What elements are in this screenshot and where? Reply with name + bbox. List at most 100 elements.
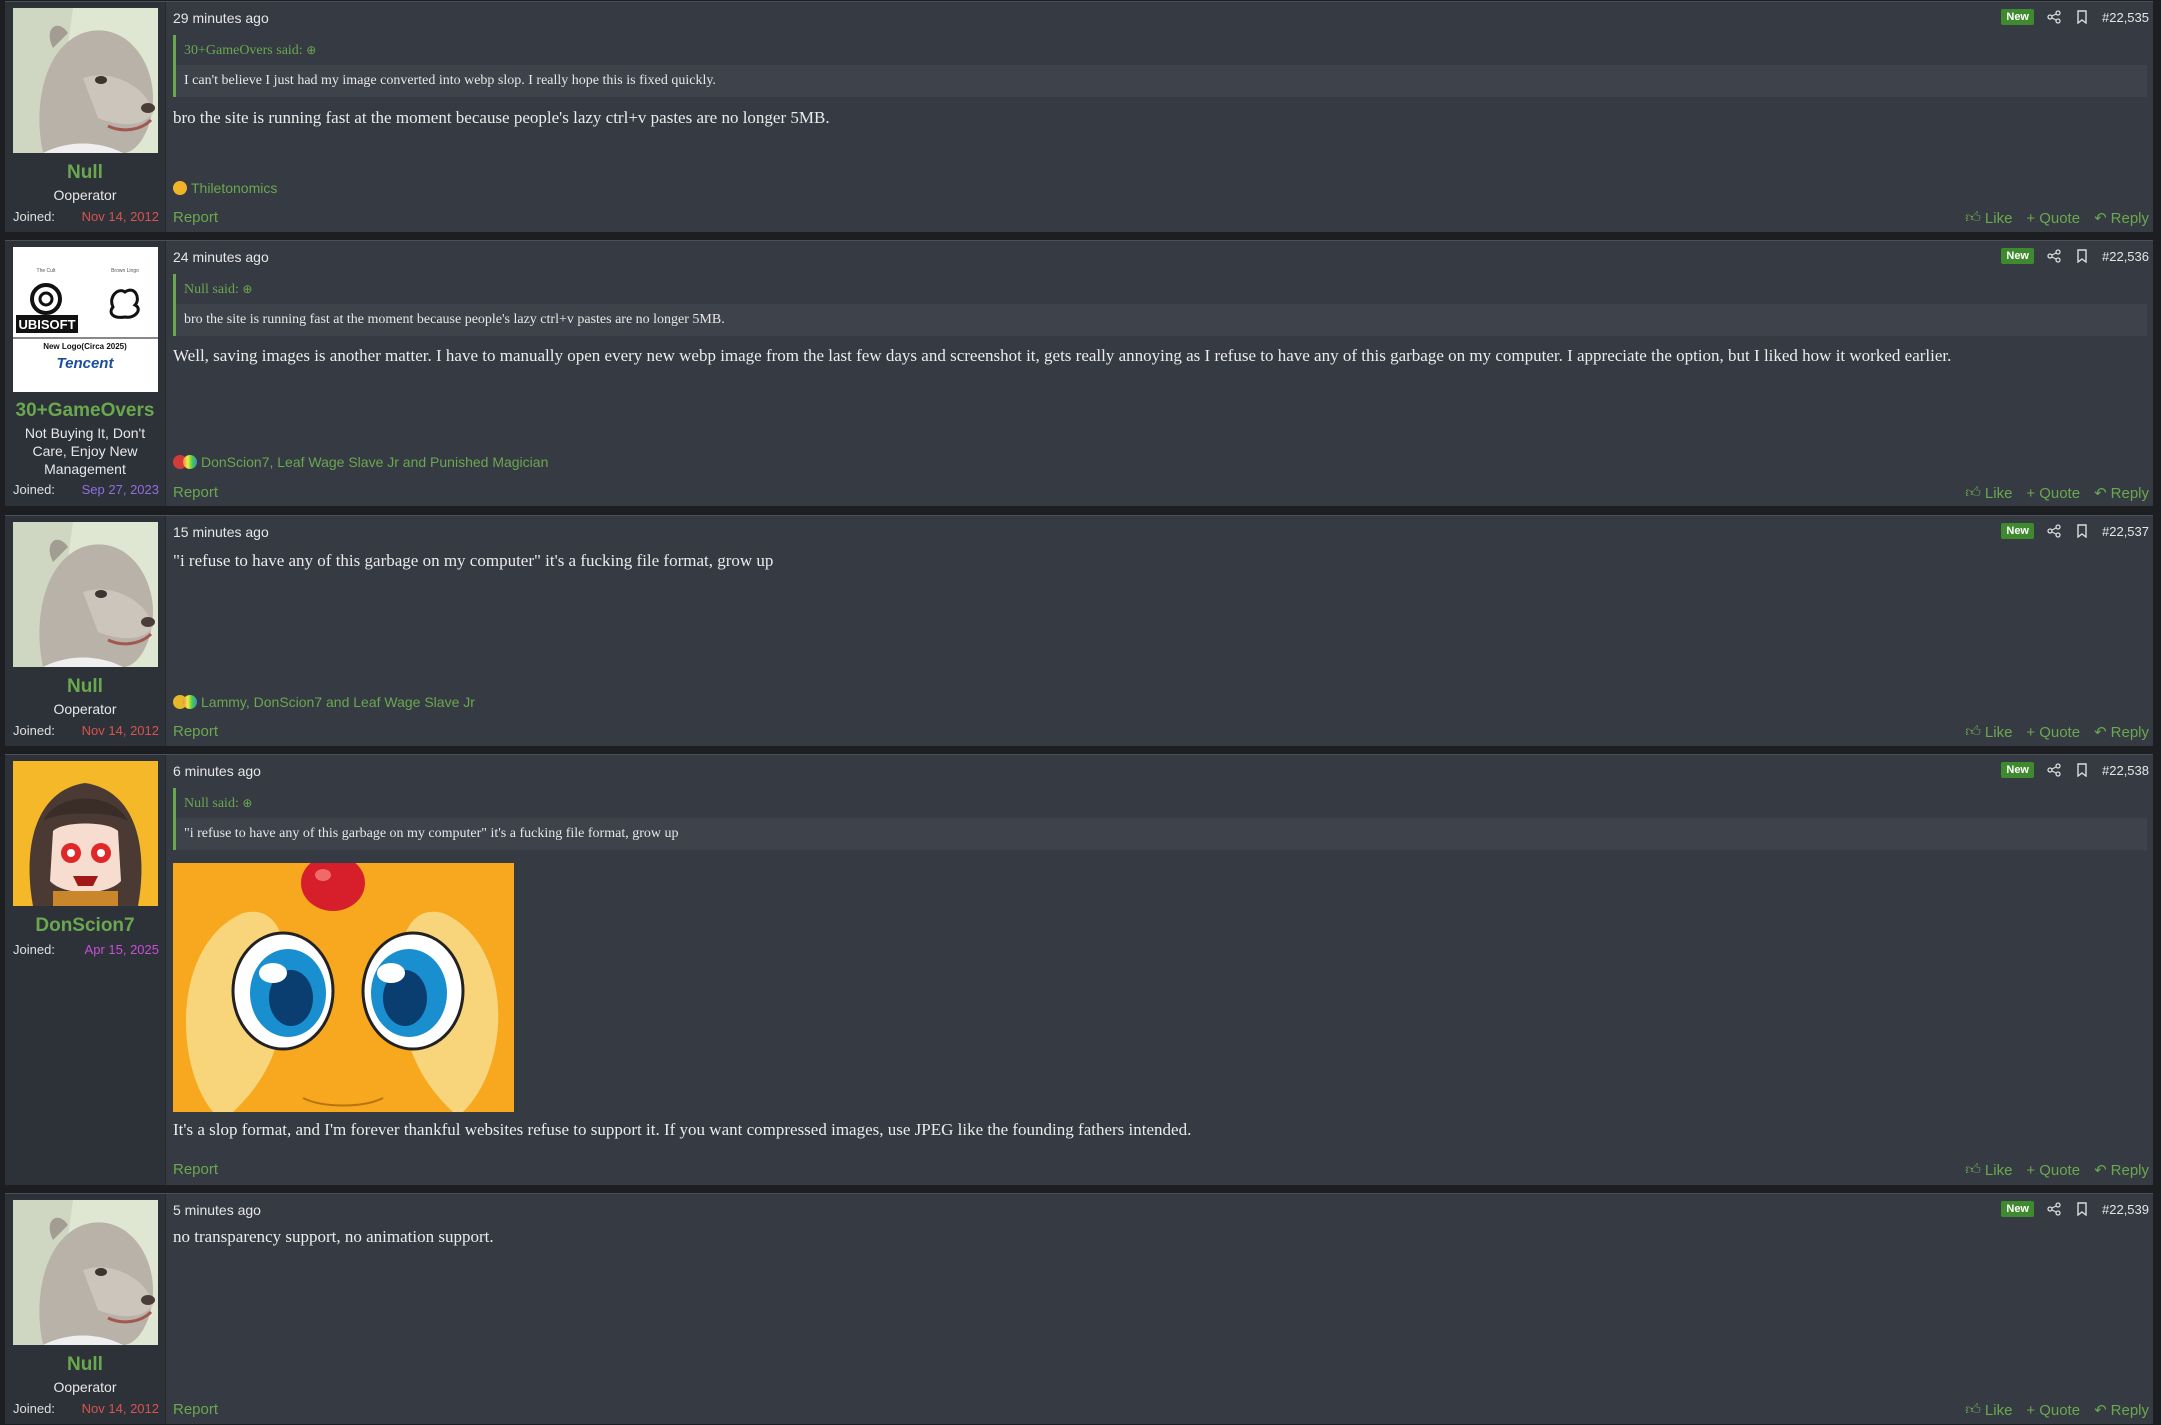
plus-icon: + <box>2026 1401 2036 1419</box>
post-number[interactable]: #22,538 <box>2102 763 2149 778</box>
report-link[interactable]: Report <box>173 209 218 226</box>
quote-button[interactable]: + Quote <box>2026 723 2080 741</box>
post-main: 15 minutes ago New #22,537 "i refuse to … <box>166 516 2153 746</box>
user-column: DonScion7 Joined: Apr 15, 2025 <box>5 755 166 1185</box>
quote-block: Null said: ⊕ bro the site is running fas… <box>173 274 2147 336</box>
reactions-bar[interactable]: DonScion7, Leaf Wage Slave Jr and Punish… <box>173 454 548 470</box>
post-time[interactable]: 24 minutes ago <box>173 249 269 265</box>
reaction-users[interactable]: Thiletonomics <box>191 180 277 196</box>
share-icon[interactable] <box>2046 523 2062 539</box>
joined-label: Joined: <box>13 482 55 497</box>
arrow-up-icon[interactable]: ⊕ <box>242 796 252 810</box>
arrow-up-icon[interactable]: ⊕ <box>306 43 316 57</box>
report-link[interactable]: Report <box>173 484 218 501</box>
plus-icon: + <box>2026 1161 2036 1179</box>
post: Null Ooperator Joined: Nov 14, 2012 5 mi… <box>5 1193 2153 1424</box>
reply-button[interactable]: ↶ Reply <box>2094 209 2149 228</box>
quote-button[interactable]: + Quote <box>2026 209 2080 227</box>
user-column: The Cult Brown Lingo UBISOFT New Logo(Ci… <box>5 241 166 506</box>
username[interactable]: Null <box>5 676 165 698</box>
post: Null Ooperator Joined: Nov 14, 2012 15 m… <box>5 515 2153 746</box>
new-badge: New <box>2001 762 2034 778</box>
post-body: no transparency support, no animation su… <box>173 1227 494 1246</box>
user-column: Null Ooperator Joined: Nov 14, 2012 <box>5 1194 166 1424</box>
post-number[interactable]: #22,535 <box>2102 10 2149 25</box>
reaction-users[interactable]: Lammy, DonScion7 and Leaf Wage Slave Jr <box>201 694 475 710</box>
bookmark-icon[interactable] <box>2074 9 2090 25</box>
like-button[interactable]: 👍︎ Like <box>1965 723 2012 741</box>
reply-button[interactable]: ↶ Reply <box>2094 1161 2149 1180</box>
avatar-caption-left: The Cult <box>37 268 57 274</box>
post-time[interactable]: 5 minutes ago <box>173 1202 261 1218</box>
post-top-actions: New #22,536 <box>2001 248 2149 264</box>
like-button[interactable]: 👍︎ Like <box>1965 1401 2012 1419</box>
reactions-bar[interactable]: Lammy, DonScion7 and Leaf Wage Slave Jr <box>173 694 475 710</box>
reply-button[interactable]: ↶ Reply <box>2094 723 2149 742</box>
quote-author-text[interactable]: Null said: <box>184 796 239 811</box>
like-button[interactable]: 👍︎ Like <box>1965 209 2012 227</box>
share-icon[interactable] <box>2046 762 2062 778</box>
reply-button[interactable]: ↶ Reply <box>2094 1401 2149 1420</box>
thumbs-up-icon: 👍︎ <box>1965 484 1981 501</box>
joined-date: Sep 27, 2023 <box>81 482 159 497</box>
thumbs-up-icon: 👍︎ <box>1965 1401 1981 1418</box>
avatar[interactable] <box>13 8 158 153</box>
quote-author-text[interactable]: Null said: <box>184 282 239 297</box>
avatar[interactable]: The Cult Brown Lingo UBISOFT New Logo(Ci… <box>13 247 158 392</box>
post-time[interactable]: 29 minutes ago <box>173 10 269 26</box>
quote-author[interactable]: Null said: ⊕ <box>176 788 2147 818</box>
avatar[interactable] <box>13 761 158 906</box>
post-time[interactable]: 6 minutes ago <box>173 763 261 779</box>
report-link[interactable]: Report <box>173 723 218 740</box>
reaction-users[interactable]: DonScion7, Leaf Wage Slave Jr and Punish… <box>201 454 548 470</box>
avatar[interactable] <box>13 1200 158 1345</box>
post-time[interactable]: 15 minutes ago <box>173 524 269 540</box>
rainbow-reaction-icon <box>183 695 197 709</box>
username[interactable]: 30+GameOvers <box>5 400 165 422</box>
username[interactable]: Null <box>5 1354 165 1376</box>
thumbs-up-icon: 👍︎ <box>1965 723 1981 740</box>
quote-label: Quote <box>2039 1161 2081 1179</box>
report-link[interactable]: Report <box>173 1401 218 1418</box>
username[interactable]: DonScion7 <box>5 915 165 937</box>
user-title: Not Buying It, Don't Care, Enjoy New Man… <box>24 425 146 477</box>
post-body: bro the site is running fast at the mome… <box>173 108 830 127</box>
quote-block: 30+GameOvers said: ⊕ I can't believe I j… <box>173 35 2147 97</box>
post-image[interactable] <box>173 863 514 1112</box>
bookmark-icon[interactable] <box>2074 523 2090 539</box>
reply-icon: ↶ <box>2094 210 2107 227</box>
quote-author[interactable]: 30+GameOvers said: ⊕ <box>176 35 2147 65</box>
user-column: Null Ooperator Joined: Nov 14, 2012 <box>5 2 166 232</box>
avatar[interactable] <box>13 522 158 667</box>
post-number[interactable]: #22,539 <box>2102 1202 2149 1217</box>
share-icon[interactable] <box>2046 1201 2062 1217</box>
quote-button[interactable]: + Quote <box>2026 484 2080 502</box>
bookmark-icon[interactable] <box>2074 248 2090 264</box>
quote-label: Quote <box>2039 1401 2081 1419</box>
quote-block: Null said: ⊕ "i refuse to have any of th… <box>173 788 2147 850</box>
share-icon[interactable] <box>2046 248 2062 264</box>
post: Null Ooperator Joined: Nov 14, 2012 29 m… <box>5 1 2153 232</box>
quote-author-text[interactable]: 30+GameOvers said: <box>184 43 303 58</box>
bookmark-icon[interactable] <box>2074 762 2090 778</box>
share-icon[interactable] <box>2046 9 2062 25</box>
like-button[interactable]: 👍︎ Like <box>1965 1161 2012 1179</box>
quote-button[interactable]: + Quote <box>2026 1161 2080 1179</box>
bookmark-icon[interactable] <box>2074 1201 2090 1217</box>
quote-label: Quote <box>2039 209 2081 227</box>
reply-button[interactable]: ↶ Reply <box>2094 484 2149 503</box>
report-link[interactable]: Report <box>173 1161 218 1178</box>
quote-text: I can't believe I just had my image conv… <box>176 65 2147 97</box>
like-label: Like <box>1984 1161 2013 1179</box>
quote-author[interactable]: Null said: ⊕ <box>176 274 2147 304</box>
quote-button[interactable]: + Quote <box>2026 1401 2080 1419</box>
username[interactable]: Null <box>5 162 165 184</box>
reactions-bar[interactable]: Thiletonomics <box>173 180 277 196</box>
post-number[interactable]: #22,536 <box>2102 249 2149 264</box>
post-number[interactable]: #22,537 <box>2102 524 2149 539</box>
reply-label: Reply <box>2110 723 2149 741</box>
post-bottom-actions: 👍︎ Like + Quote ↶ Reply <box>1965 209 2149 227</box>
user-title: Ooperator <box>53 701 117 717</box>
arrow-up-icon[interactable]: ⊕ <box>242 282 252 296</box>
like-button[interactable]: 👍︎ Like <box>1965 484 2012 502</box>
